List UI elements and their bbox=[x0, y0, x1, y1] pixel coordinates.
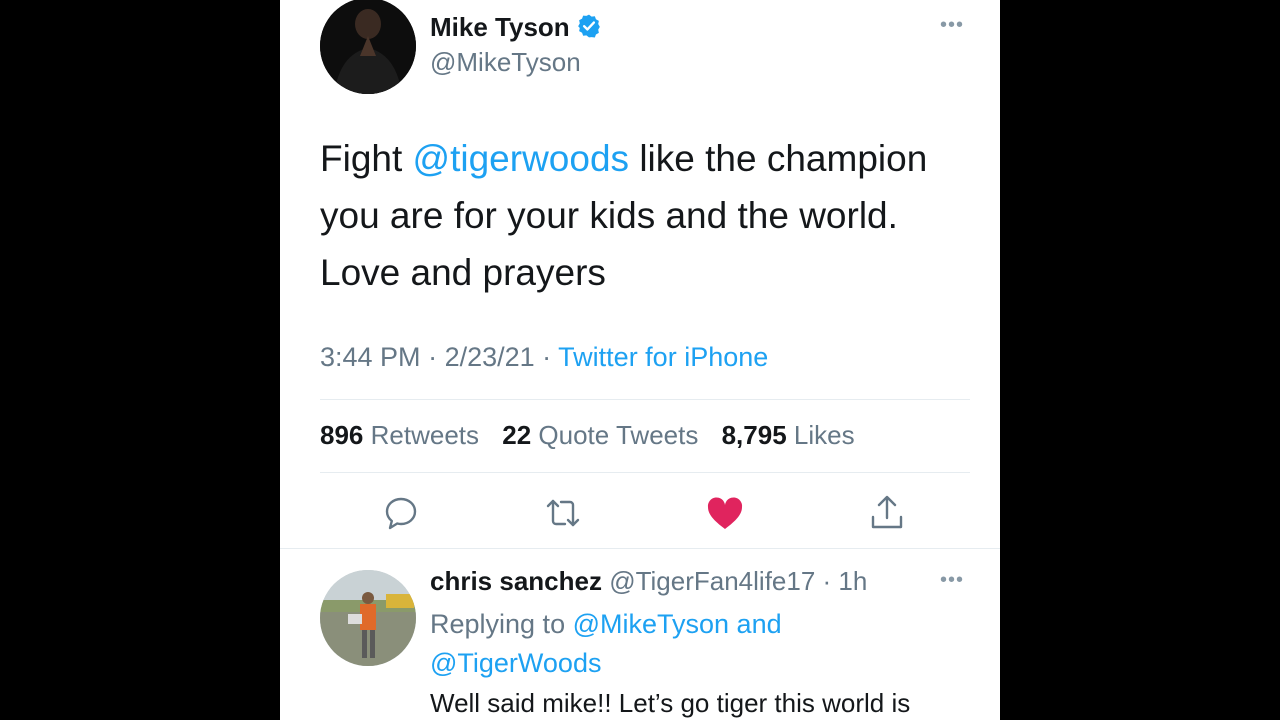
tweet-detail-view: Mike Tyson @MikeTyson ••• Fight @tigerwo… bbox=[280, 0, 1000, 720]
reply-time: 1h bbox=[838, 566, 868, 596]
reply-separator: · bbox=[815, 566, 839, 596]
author-avatar[interactable] bbox=[320, 0, 416, 94]
retweets-count: 896 bbox=[320, 420, 364, 450]
meta-separator: · bbox=[534, 342, 559, 372]
tweet-stats: 896 Retweets 22 Quote Tweets 8,795 Likes bbox=[320, 420, 871, 451]
replying-prefix: Replying to bbox=[430, 609, 573, 639]
tweet-source-link[interactable]: Twitter for iPhone bbox=[558, 342, 768, 372]
tweet-text-start: Fight bbox=[320, 138, 413, 179]
author-name-row[interactable]: Mike Tyson bbox=[430, 12, 602, 46]
tweet-meta: 3:44 PM · 2/23/21 · Twitter for iPhone bbox=[320, 342, 768, 373]
tweet-time: 3:44 PM bbox=[320, 342, 421, 372]
divider bbox=[320, 399, 970, 400]
reply-text: Well said mike!! Let’s go tiger this wor… bbox=[430, 688, 911, 718]
like-heart-icon[interactable] bbox=[705, 493, 745, 533]
verified-badge-icon bbox=[576, 13, 602, 46]
author-handle[interactable]: @MikeTyson bbox=[430, 47, 581, 78]
replying-to: Replying to @MikeTyson and @TigerWoods bbox=[430, 605, 860, 683]
meta-separator: · bbox=[420, 342, 445, 372]
tweet-text: Fight @tigerwoods like the champion you … bbox=[320, 130, 980, 301]
reply-author-avatar[interactable] bbox=[320, 570, 416, 666]
replying-to-mention[interactable]: @TigerWoods bbox=[430, 648, 601, 678]
mention-link[interactable]: @tigerwoods bbox=[413, 138, 630, 179]
reply-header[interactable]: chris sanchez @TigerFan4life17 · 1h bbox=[430, 566, 867, 597]
quote-tweets-count: 22 bbox=[502, 420, 532, 450]
divider bbox=[320, 472, 970, 473]
reply-author-photo bbox=[320, 570, 416, 666]
replying-and: and bbox=[729, 609, 782, 639]
author-photo bbox=[320, 0, 416, 94]
tweet-date: 2/23/21 bbox=[444, 342, 535, 372]
share-icon[interactable] bbox=[867, 493, 907, 533]
retweet-icon[interactable] bbox=[543, 493, 583, 533]
reply-author-handle: @TigerFan4life17 bbox=[609, 566, 816, 596]
likes-label: Likes bbox=[793, 420, 855, 450]
reply-icon[interactable] bbox=[381, 493, 421, 533]
replying-to-mention[interactable]: @MikeTyson bbox=[573, 609, 729, 639]
retweets-label: Retweets bbox=[370, 420, 480, 450]
retweets-stat[interactable]: 896 Retweets bbox=[320, 420, 479, 450]
reply-author-name: chris sanchez bbox=[430, 566, 602, 596]
section-divider bbox=[280, 548, 1000, 549]
likes-count: 8,795 bbox=[721, 420, 787, 450]
author-name: Mike Tyson bbox=[430, 12, 570, 42]
reply-more-options-icon[interactable]: ••• bbox=[940, 569, 964, 592]
more-options-icon[interactable]: ••• bbox=[940, 14, 964, 37]
quote-tweets-label: Quote Tweets bbox=[538, 420, 699, 450]
quote-tweets-stat[interactable]: 22 Quote Tweets bbox=[502, 420, 698, 450]
likes-stat[interactable]: 8,795 Likes bbox=[722, 420, 855, 450]
